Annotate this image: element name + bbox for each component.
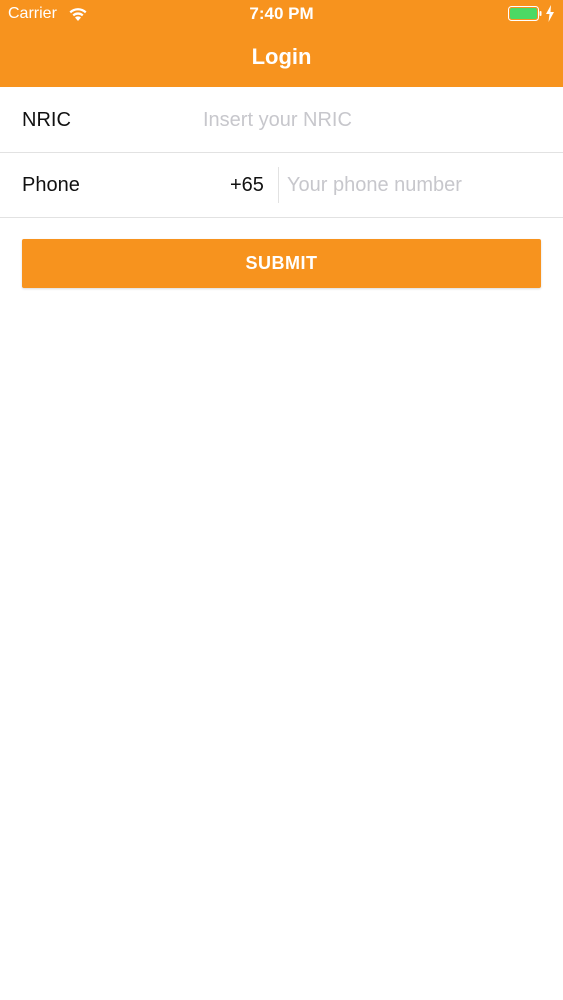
charging-bolt-icon [546, 5, 554, 22]
nric-row: NRIC [0, 88, 563, 153]
status-bar: Carrier 7:40 PM [0, 0, 563, 28]
phone-row: Phone +65 [0, 153, 563, 218]
status-time: 7:40 PM [249, 4, 314, 23]
field-divider [278, 167, 279, 203]
nric-input[interactable] [203, 102, 543, 138]
nric-label: NRIC [22, 109, 71, 131]
page-title: Login [251, 44, 312, 69]
phone-label: Phone [22, 174, 80, 196]
country-code[interactable]: +65 [230, 174, 264, 197]
phone-input[interactable] [287, 167, 547, 203]
submit-button[interactable]: SUBMIT [22, 239, 541, 288]
app-header: Carrier 7:40 PM Login [0, 0, 563, 87]
battery-icon [508, 6, 542, 21]
